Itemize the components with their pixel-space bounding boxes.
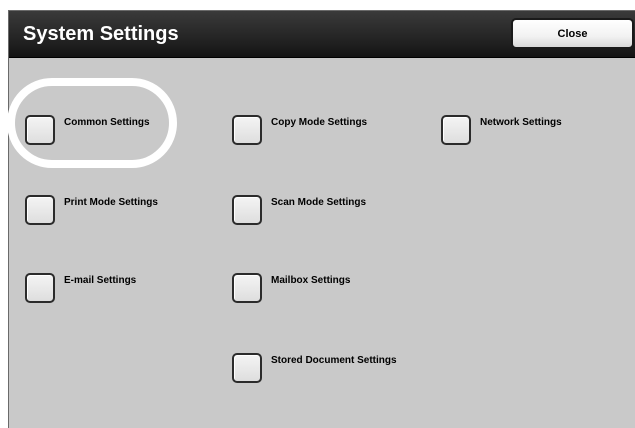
option-common-settings[interactable]: Common Settings <box>25 115 150 145</box>
common-settings-checkbox[interactable] <box>25 115 55 145</box>
option-print-mode-settings[interactable]: Print Mode Settings <box>25 195 158 225</box>
option-mailbox-settings[interactable]: Mailbox Settings <box>232 273 350 303</box>
email-settings-label: E-mail Settings <box>64 275 137 286</box>
network-settings-checkbox[interactable] <box>441 115 471 145</box>
network-settings-label: Network Settings <box>480 117 562 128</box>
cropped-heading-fragment <box>0 0 635 10</box>
scan-mode-settings-checkbox[interactable] <box>232 195 262 225</box>
option-email-settings[interactable]: E-mail Settings <box>25 273 136 303</box>
stored-document-settings-label: Stored Document Settings <box>271 355 397 366</box>
copy-mode-settings-checkbox[interactable] <box>232 115 262 145</box>
close-button[interactable]: Close <box>511 18 634 49</box>
common-settings-label: Common Settings <box>64 117 150 128</box>
option-copy-mode-settings[interactable]: Copy Mode Settings <box>232 115 367 145</box>
option-scan-mode-settings[interactable]: Scan Mode Settings <box>232 195 366 225</box>
option-network-settings[interactable]: Network Settings <box>441 115 562 145</box>
email-settings-checkbox[interactable] <box>25 273 55 303</box>
mailbox-settings-checkbox[interactable] <box>232 273 262 303</box>
scan-mode-settings-label: Scan Mode Settings <box>271 197 367 208</box>
page-title: System Settings <box>23 23 179 45</box>
print-mode-settings-label: Print Mode Settings <box>64 197 158 208</box>
settings-panel: Common Settings Copy Mode Settings Netwo… <box>9 59 635 428</box>
option-stored-document-settings[interactable]: Stored Document Settings <box>232 353 397 383</box>
mailbox-settings-label: Mailbox Settings <box>271 275 351 286</box>
print-mode-settings-checkbox[interactable] <box>25 195 55 225</box>
copy-mode-settings-label: Copy Mode Settings <box>271 117 368 128</box>
stored-document-settings-checkbox[interactable] <box>232 353 262 383</box>
